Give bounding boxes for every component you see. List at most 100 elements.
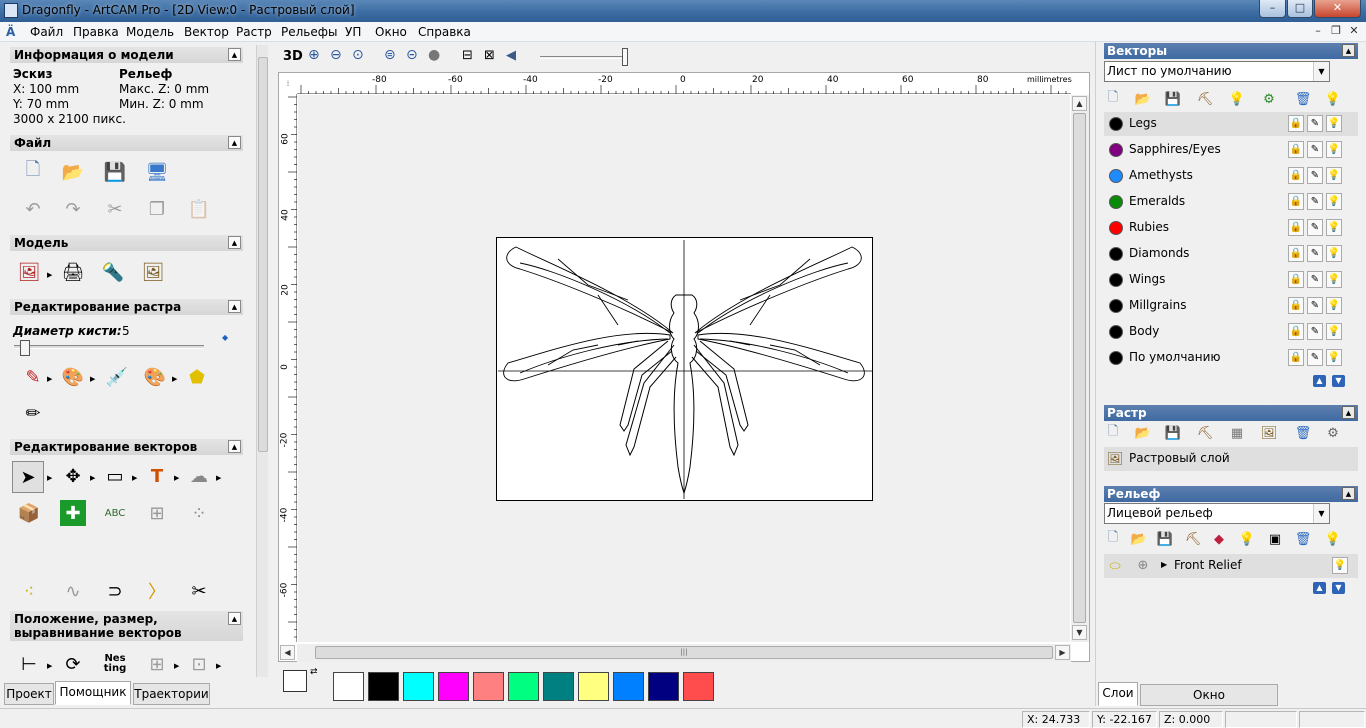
lock-icon[interactable]: 🔒 (1288, 115, 1304, 132)
dropdown-arrow-icon[interactable]: ▶ (132, 474, 137, 482)
move-relief-down-icon[interactable]: ▼ (1332, 582, 1345, 594)
edit-pen-icon[interactable]: ✎ (1307, 245, 1323, 262)
scroll-left-icon[interactable]: ◀ (280, 645, 295, 660)
rectangle-icon[interactable]: ▭ (100, 461, 130, 491)
relief-visibility-bulb-icon[interactable]: 💡 (1332, 557, 1348, 574)
menu-raster[interactable]: Растр (236, 25, 272, 39)
all-bulbs-icon[interactable]: 💡 (1324, 90, 1342, 108)
raster-copy-icon[interactable]: ▦ (1228, 424, 1246, 442)
visibility-bulb-icon[interactable]: 💡 (1326, 349, 1342, 366)
lock-icon[interactable]: 🔒 (1288, 193, 1304, 210)
edit-pen-icon[interactable]: ✎ (1307, 297, 1323, 314)
lock-icon[interactable]: 🔒 (1288, 349, 1304, 366)
weave-icon[interactable]: ☁ (184, 461, 214, 491)
color-swatch[interactable] (403, 672, 434, 701)
edit-pen-icon[interactable]: ✎ (1307, 349, 1323, 366)
layer-color-icon[interactable] (1109, 325, 1123, 339)
position-header[interactable]: Положение, размер, выравнивание векторов… (10, 611, 243, 641)
merge-relief-icon[interactable]: ⛏ (1184, 530, 1202, 548)
move-layer-down-icon[interactable]: ▼ (1332, 375, 1345, 387)
relief-stack-icon[interactable]: ◆ (1210, 530, 1228, 548)
visibility-bulb-icon[interactable]: 💡 (1326, 115, 1342, 132)
lock-icon[interactable]: 🔒 (1288, 167, 1304, 184)
scrollbar-thumb[interactable] (1073, 113, 1086, 623)
scroll-down-icon[interactable]: ▼ (1072, 625, 1087, 640)
collapse-icon[interactable]: ▲ (1342, 406, 1355, 419)
open-relief-icon[interactable]: 📂 (1130, 530, 1148, 548)
lamp-icon[interactable]: 🔦 (98, 257, 128, 287)
zoom-window-icon[interactable]: ⊜ (384, 47, 396, 63)
raster-edit-header[interactable]: Редактирование растра ▲ (10, 299, 243, 315)
collapse-icon[interactable]: ▲ (228, 440, 241, 453)
expand-icon[interactable]: ▶ (1161, 560, 1167, 569)
layer-color-icon[interactable] (1109, 143, 1123, 157)
vector-layer-row[interactable]: Amethysts 🔒 ✎ 💡 (1104, 164, 1358, 188)
edit-pen-icon[interactable]: ✎ (1307, 271, 1323, 288)
vector-text-icon[interactable]: ABC (100, 498, 130, 528)
node-edit-icon[interactable]: ⁖ (14, 576, 44, 606)
guides-icon[interactable]: ◀ (506, 48, 516, 63)
delete-relief-icon[interactable]: 🗑 (1294, 530, 1312, 548)
visibility-bulb-icon[interactable]: 💡 (1326, 219, 1342, 236)
vector-layer-row[interactable]: Body 🔒 ✎ 💡 (1104, 320, 1358, 344)
merge-layer-icon[interactable]: ⛏ (1196, 90, 1214, 108)
menu-reliefs[interactable]: Рельефы (281, 25, 337, 39)
vector-layer-row[interactable]: Emeralds 🔒 ✎ 💡 (1104, 190, 1358, 214)
edit-pen-icon[interactable]: ✎ (1307, 115, 1323, 132)
menu-file[interactable]: Файл (30, 25, 63, 39)
visibility-bulb-icon[interactable]: 💡 (1326, 323, 1342, 340)
relief-select[interactable]: Лицевой рельеф ▼ (1104, 503, 1330, 524)
collapse-icon[interactable]: ▲ (228, 612, 241, 625)
zoom-in-icon[interactable]: ⊕ (308, 47, 320, 63)
transform-icon[interactable]: ✥ (58, 461, 88, 491)
collapse-icon[interactable]: ▲ (228, 300, 241, 313)
save-layer-icon[interactable]: 💾 (1164, 90, 1182, 108)
lock-icon[interactable]: 🔒 (1288, 271, 1304, 288)
palette-icon[interactable]: 🎨 (140, 362, 170, 392)
menu-window[interactable]: Окно (375, 25, 407, 39)
edit-pen-icon[interactable]: ✎ (1307, 323, 1323, 340)
mdi-close-button[interactable]: ✕ (1346, 24, 1362, 39)
relief-header[interactable]: Рельеф ▲ (1104, 486, 1358, 502)
layer-color-icon[interactable] (1109, 351, 1123, 365)
dropdown-arrow-icon[interactable]: ▶ (174, 474, 179, 482)
tab-layers[interactable]: Слои (1098, 682, 1138, 706)
dropdown-arrow-icon[interactable]: ▶ (47, 662, 52, 670)
new-model-icon[interactable]: 🗋 (18, 157, 48, 187)
paint-brush-icon[interactable]: ✎ (18, 362, 48, 392)
redo-icon[interactable]: ↷ (58, 194, 88, 224)
text-icon[interactable]: T (142, 461, 172, 491)
align-icon[interactable]: ⊢ (14, 649, 44, 679)
menu-model[interactable]: Модель (126, 25, 174, 39)
undo-icon[interactable]: ↶ (18, 194, 48, 224)
collapse-icon[interactable]: ▲ (1342, 487, 1355, 500)
zoom-out-icon[interactable]: ⊖ (330, 47, 342, 63)
dropdown-arrow-icon[interactable]: ▶ (47, 375, 52, 383)
bulb-icon[interactable]: 💡 (1228, 90, 1246, 108)
smooth-icon[interactable]: ∿ (58, 576, 88, 606)
rotate-icon[interactable]: ⟳ (58, 649, 88, 679)
move-layer-up-icon[interactable]: ▲ (1313, 375, 1326, 387)
copy-icon[interactable]: ❐ (142, 194, 172, 224)
relief-bulb-icon[interactable]: 💡 (1238, 530, 1256, 548)
zoom-previous-icon[interactable]: ⊝ (406, 47, 418, 63)
collapse-icon[interactable]: ▲ (228, 236, 241, 249)
vertical-ruler[interactable]: 60 40 20 0 -20 -40 -60 (279, 94, 297, 642)
fill-icon[interactable]: 🎨 (58, 362, 88, 392)
menu-edit[interactable]: Правка (73, 25, 119, 39)
lock-icon[interactable]: 🔒 (1288, 245, 1304, 262)
scrollbar-thumb[interactable]: ||| (315, 646, 1053, 659)
sheet-select[interactable]: Лист по умолчанию ▼ (1104, 61, 1330, 82)
dropdown-arrow-icon[interactable]: ▶ (90, 474, 95, 482)
raster-header[interactable]: Растр ▲ (1104, 405, 1358, 421)
grid-toggle-icon[interactable]: ⊟ (462, 48, 473, 63)
layer-color-icon[interactable] (1109, 169, 1123, 183)
color-swatch[interactable] (613, 672, 644, 701)
raster-layer-row[interactable]: 🖼 Растровый слой (1104, 447, 1358, 471)
combine-mode-icon[interactable]: ⊕ (1134, 556, 1152, 574)
vector-layer-row[interactable]: Diamonds 🔒 ✎ 💡 (1104, 242, 1358, 266)
lock-icon[interactable]: 🔒 (1288, 141, 1304, 158)
scrollbar-thumb[interactable] (258, 57, 268, 452)
vector-layer-row[interactable]: Legs 🔒 ✎ 💡 (1104, 112, 1358, 136)
mdi-restore-button[interactable]: ❐ (1328, 24, 1344, 39)
